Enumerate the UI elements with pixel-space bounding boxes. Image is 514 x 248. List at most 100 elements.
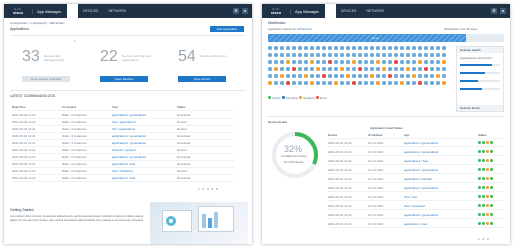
device-status-dot[interactable] [370,46,374,50]
device-status-dot[interactable] [382,74,386,78]
device-status-dot[interactable] [274,81,278,85]
device-status-dot[interactable] [304,74,308,78]
device-status-dot[interactable] [292,67,296,71]
device-status-dot[interactable] [376,67,380,71]
device-status-dot[interactable] [370,60,374,64]
tab-home[interactable] [325,4,336,18]
device-status-dot[interactable] [316,74,320,78]
device-status-dot[interactable] [418,81,422,85]
tab-network[interactable]: NETWORK [361,4,389,18]
device-status-dot[interactable] [400,60,404,64]
device-status-dot[interactable] [376,60,380,64]
device-status-dot[interactable] [400,74,404,78]
device-status-dot[interactable] [280,67,284,71]
device-status-dot[interactable] [364,67,368,71]
device-status-dot[interactable] [358,67,362,71]
device-status-dot[interactable] [280,74,284,78]
device-status-dot[interactable] [340,46,344,50]
device-status-dot[interactable] [334,74,338,78]
device-status-dot[interactable] [388,53,392,57]
pagination[interactable]: 1 2 3 4 5 [198,187,219,191]
table-row[interactable]: 2021-06-01 11:21 10.1.0.0/24 application1 … [328,185,504,192]
device-status-dot[interactable] [274,46,278,50]
device-status-dot[interactable] [352,67,356,71]
device-status-dot[interactable] [322,81,326,85]
device-status-dot[interactable] [394,53,398,57]
device-status-dot[interactable] [406,46,410,50]
device-status-dot[interactable] [358,60,362,64]
device-status-dot[interactable] [406,81,410,85]
device-status-dot[interactable] [364,53,368,57]
device-status-dot[interactable] [310,46,314,50]
device-status-dot[interactable] [268,74,272,78]
device-status-dot[interactable] [346,53,350,57]
device-status-dot[interactable] [328,60,332,64]
device-status-dot[interactable] [364,74,368,78]
device-status-dot[interactable] [442,60,446,64]
table-row[interactable]: 2021-06-01 11:21 10.1.0.0/24 application2 … [328,212,504,219]
device-status-dot[interactable] [304,81,308,85]
device-status-dot[interactable] [304,67,308,71]
device-status-dot[interactable] [376,81,380,85]
device-status-dot[interactable] [346,67,350,71]
device-status-dot[interactable] [298,74,302,78]
close-icon[interactable]: ▪ [74,38,75,43]
device-status-dot[interactable] [292,46,296,50]
device-status-dot[interactable] [328,46,332,50]
device-status-dot[interactable] [316,81,320,85]
device-status-dot[interactable] [310,60,314,64]
device-status-dot[interactable] [286,46,290,50]
device-status-dot[interactable] [304,60,308,64]
open-device-workflow-button[interactable]: Open Device Workflow [22,76,70,82]
table-row[interactable]: 2021-06-01 11:21 Dial1 / 4 Instances appli… [12,175,234,182]
device-status-dot[interactable] [430,60,434,64]
device-status-dot[interactable] [268,46,272,50]
device-status-dot[interactable] [346,74,350,78]
table-row[interactable]: 2021-06-01 11:21 Dial1 / 4 Instances appli… [12,133,234,140]
device-status-dot[interactable] [352,81,356,85]
device-status-dot[interactable] [388,67,392,71]
device-status-dot[interactable] [412,81,416,85]
table-row[interactable]: 2021-06-01 11:21 Dial1 / 4 Instances Netwo… [12,147,234,154]
device-status-dot[interactable] [268,60,272,64]
device-status-dot[interactable] [274,60,278,64]
device-status-dot[interactable] [430,74,434,78]
device-status-dot[interactable] [376,46,380,50]
tab-network[interactable]: NETWORK [103,4,131,18]
device-status-dot[interactable] [328,74,332,78]
table-row[interactable]: 2021-06-01 11:21 Dial1 / 4 Instances Test … [12,168,234,175]
device-status-dot[interactable] [424,74,428,78]
device-status-dot[interactable] [436,81,440,85]
add-application-button[interactable]: Add Application [210,26,244,32]
device-status-dot[interactable] [298,67,302,71]
table-row[interactable]: 2021-06-01 11:21 10.1.0.0/24 Test / downlo… [328,203,504,210]
device-status-dot[interactable] [400,53,404,57]
device-status-dot[interactable] [298,81,302,85]
cisco-logo[interactable]: ılıılı cisco [8,8,28,15]
device-status-dot[interactable] [400,46,404,50]
device-status-dot[interactable] [280,60,284,64]
table-row[interactable]: 2021-06-01 11:21 10.1.0.0/24 application2 … [328,167,504,174]
device-status-dot[interactable] [334,67,338,71]
breadcrumb[interactable]: Configuration > Lightweight > Blockchain [10,21,64,25]
device-status-dot[interactable] [424,67,428,71]
device-status-dot[interactable] [286,67,290,71]
table-row[interactable]: 2021-06-01 11:21 Dial1 / 4 Instances IOx /… [12,126,234,133]
device-status-dot[interactable] [424,53,428,57]
device-status-dot[interactable] [328,67,332,71]
device-status-dot[interactable] [406,67,410,71]
device-status-dot[interactable] [292,81,296,85]
device-status-dot[interactable] [424,81,428,85]
device-status-dot[interactable] [268,81,272,85]
table-row[interactable]: 2021-06-01 11:21 10.1.0.0/24 application1 … [328,149,504,156]
device-status-dot[interactable] [310,81,314,85]
device-status-dot[interactable] [442,53,446,57]
device-status-dot[interactable] [316,53,320,57]
device-status-dot[interactable] [394,74,398,78]
device-status-dot[interactable] [430,81,434,85]
device-status-dot[interactable] [388,60,392,64]
device-status-dot[interactable] [286,74,290,78]
device-status-dot[interactable] [412,53,416,57]
device-status-dot[interactable] [358,74,362,78]
tab-devices[interactable]: DEVICES [78,4,103,18]
